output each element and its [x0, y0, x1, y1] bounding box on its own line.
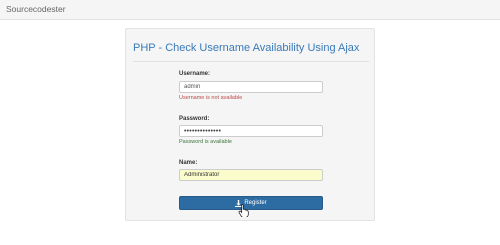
page-title: PHP - Check Username Availability Using … [133, 42, 360, 54]
name-input[interactable] [179, 169, 323, 181]
password-input[interactable] [179, 125, 323, 137]
brand-link[interactable]: Sourcecodester [6, 4, 66, 14]
password-success-message: Password is available [179, 139, 232, 145]
register-form-panel: PHP - Check Username Availability Using … [125, 28, 375, 221]
name-label: Name: [179, 160, 198, 166]
hand-cursor-icon [238, 203, 249, 217]
top-navbar: Sourcecodester [0, 0, 500, 20]
register-button[interactable]: Register [179, 196, 323, 210]
username-error-message: Username is not available [179, 95, 243, 101]
title-divider [133, 61, 369, 62]
password-label: Password: [179, 116, 210, 122]
username-label: Username: [179, 71, 211, 77]
username-input[interactable] [179, 81, 323, 93]
